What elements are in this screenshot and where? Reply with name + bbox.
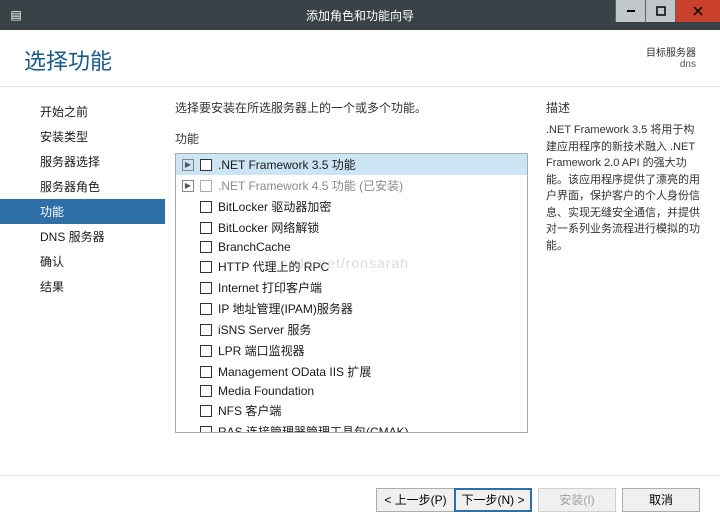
sidebar-item-confirm[interactable]: 确认 bbox=[0, 249, 165, 274]
feature-label: Internet 打印客户端 bbox=[218, 279, 322, 296]
feature-item[interactable]: IP 地址管理(IPAM)服务器 bbox=[176, 298, 527, 319]
feature-label: LPR 端口监视器 bbox=[218, 342, 305, 359]
sidebar-item-before-begin[interactable]: 开始之前 bbox=[0, 99, 165, 124]
features-listbox[interactable]: ▶ .NET Framework 3.5 功能 ▶ .NET Framework… bbox=[175, 153, 528, 433]
checkbox[interactable] bbox=[200, 324, 212, 336]
sidebar-item-server-roles[interactable]: 服务器角色 bbox=[0, 174, 165, 199]
sidebar-item-dns-server[interactable]: DNS 服务器 bbox=[0, 224, 165, 249]
checkbox[interactable] bbox=[200, 385, 212, 397]
checkbox[interactable] bbox=[200, 303, 212, 315]
feature-item[interactable]: ▶ .NET Framework 3.5 功能 bbox=[176, 154, 527, 175]
checkbox[interactable] bbox=[200, 426, 212, 434]
checkbox[interactable] bbox=[200, 261, 212, 273]
titlebar: ▤ 添加角色和功能向导 bbox=[0, 0, 720, 30]
install-button: 安装(I) bbox=[538, 488, 616, 512]
features-label: 功能 bbox=[175, 130, 528, 147]
close-button[interactable] bbox=[675, 0, 720, 22]
sidebar-item-features[interactable]: 功能 bbox=[0, 199, 165, 224]
feature-item[interactable]: Internet 打印客户端 bbox=[176, 277, 527, 298]
sidebar-item-install-type[interactable]: 安装类型 bbox=[0, 124, 165, 149]
next-button[interactable]: 下一步(N) > bbox=[454, 488, 532, 512]
window-controls bbox=[615, 0, 720, 30]
expand-icon[interactable]: ▶ bbox=[182, 159, 194, 171]
checkbox[interactable] bbox=[200, 180, 212, 192]
cancel-button[interactable]: 取消 bbox=[622, 488, 700, 512]
minimize-button[interactable] bbox=[615, 0, 645, 22]
description-label: 描述 bbox=[546, 99, 704, 116]
feature-label: .NET Framework 4.5 功能 (已安装) bbox=[218, 177, 403, 194]
feature-item[interactable]: BitLocker 网络解锁 bbox=[176, 217, 527, 238]
feature-label: BranchCache bbox=[218, 240, 291, 254]
checkbox[interactable] bbox=[200, 159, 212, 171]
instruction-text: 选择要安装在所选服务器上的一个或多个功能。 bbox=[175, 99, 528, 116]
feature-label: BitLocker 驱动器加密 bbox=[218, 198, 331, 215]
checkbox[interactable] bbox=[200, 201, 212, 213]
feature-item[interactable]: HTTP 代理上的 RPC bbox=[176, 256, 527, 277]
feature-label: .NET Framework 3.5 功能 bbox=[218, 156, 356, 173]
checkbox[interactable] bbox=[200, 405, 212, 417]
target-server-value: dns bbox=[646, 59, 696, 70]
window-title: 添加角色和功能向导 bbox=[306, 7, 414, 24]
app-icon: ▤ bbox=[6, 5, 26, 25]
checkbox[interactable] bbox=[200, 282, 212, 294]
checkbox[interactable] bbox=[200, 222, 212, 234]
page-title: 选择功能 bbox=[24, 44, 112, 76]
feature-item[interactable]: Media Foundation bbox=[176, 382, 527, 400]
checkbox[interactable] bbox=[200, 345, 212, 357]
previous-button[interactable]: < 上一步(P) bbox=[376, 488, 454, 512]
feature-label: IP 地址管理(IPAM)服务器 bbox=[218, 300, 353, 317]
feature-item[interactable]: BranchCache bbox=[176, 238, 527, 256]
feature-item[interactable]: ▶ .NET Framework 4.5 功能 (已安装) bbox=[176, 175, 527, 196]
feature-label: iSNS Server 服务 bbox=[218, 321, 311, 338]
sidebar-item-server-selection[interactable]: 服务器选择 bbox=[0, 149, 165, 174]
feature-item[interactable]: iSNS Server 服务 bbox=[176, 319, 527, 340]
expand-icon[interactable]: ▶ bbox=[182, 180, 194, 192]
feature-label: BitLocker 网络解锁 bbox=[218, 219, 319, 236]
sidebar-item-results[interactable]: 结果 bbox=[0, 274, 165, 299]
feature-label: HTTP 代理上的 RPC bbox=[218, 258, 329, 275]
description-text: .NET Framework 3.5 将用于构建应用程序的新技术融入 .NET … bbox=[546, 122, 704, 254]
feature-item[interactable]: LPR 端口监视器 bbox=[176, 340, 527, 361]
target-server-label: 目标服务器 bbox=[646, 44, 696, 59]
target-server-info: 目标服务器 dns bbox=[646, 44, 696, 70]
wizard-header: 选择功能 目标服务器 dns bbox=[0, 30, 720, 87]
wizard-footer: < 上一步(P) 下一步(N) > 安装(I) 取消 bbox=[0, 475, 720, 523]
maximize-button[interactable] bbox=[645, 0, 675, 22]
checkbox[interactable] bbox=[200, 366, 212, 378]
checkbox[interactable] bbox=[200, 241, 212, 253]
feature-item[interactable]: RAS 连接管理器管理工具包(CMAK) bbox=[176, 421, 527, 433]
feature-label: Management OData IIS 扩展 bbox=[218, 363, 371, 380]
feature-label: RAS 连接管理器管理工具包(CMAK) bbox=[218, 423, 409, 433]
feature-item[interactable]: BitLocker 驱动器加密 bbox=[176, 196, 527, 217]
feature-item[interactable]: Management OData IIS 扩展 bbox=[176, 361, 527, 382]
feature-item[interactable]: NFS 客户端 bbox=[176, 400, 527, 421]
wizard-sidebar: 开始之前 安装类型 服务器选择 服务器角色 功能 DNS 服务器 确认 结果 bbox=[0, 87, 165, 475]
feature-label: NFS 客户端 bbox=[218, 402, 281, 419]
feature-label: Media Foundation bbox=[218, 384, 314, 398]
